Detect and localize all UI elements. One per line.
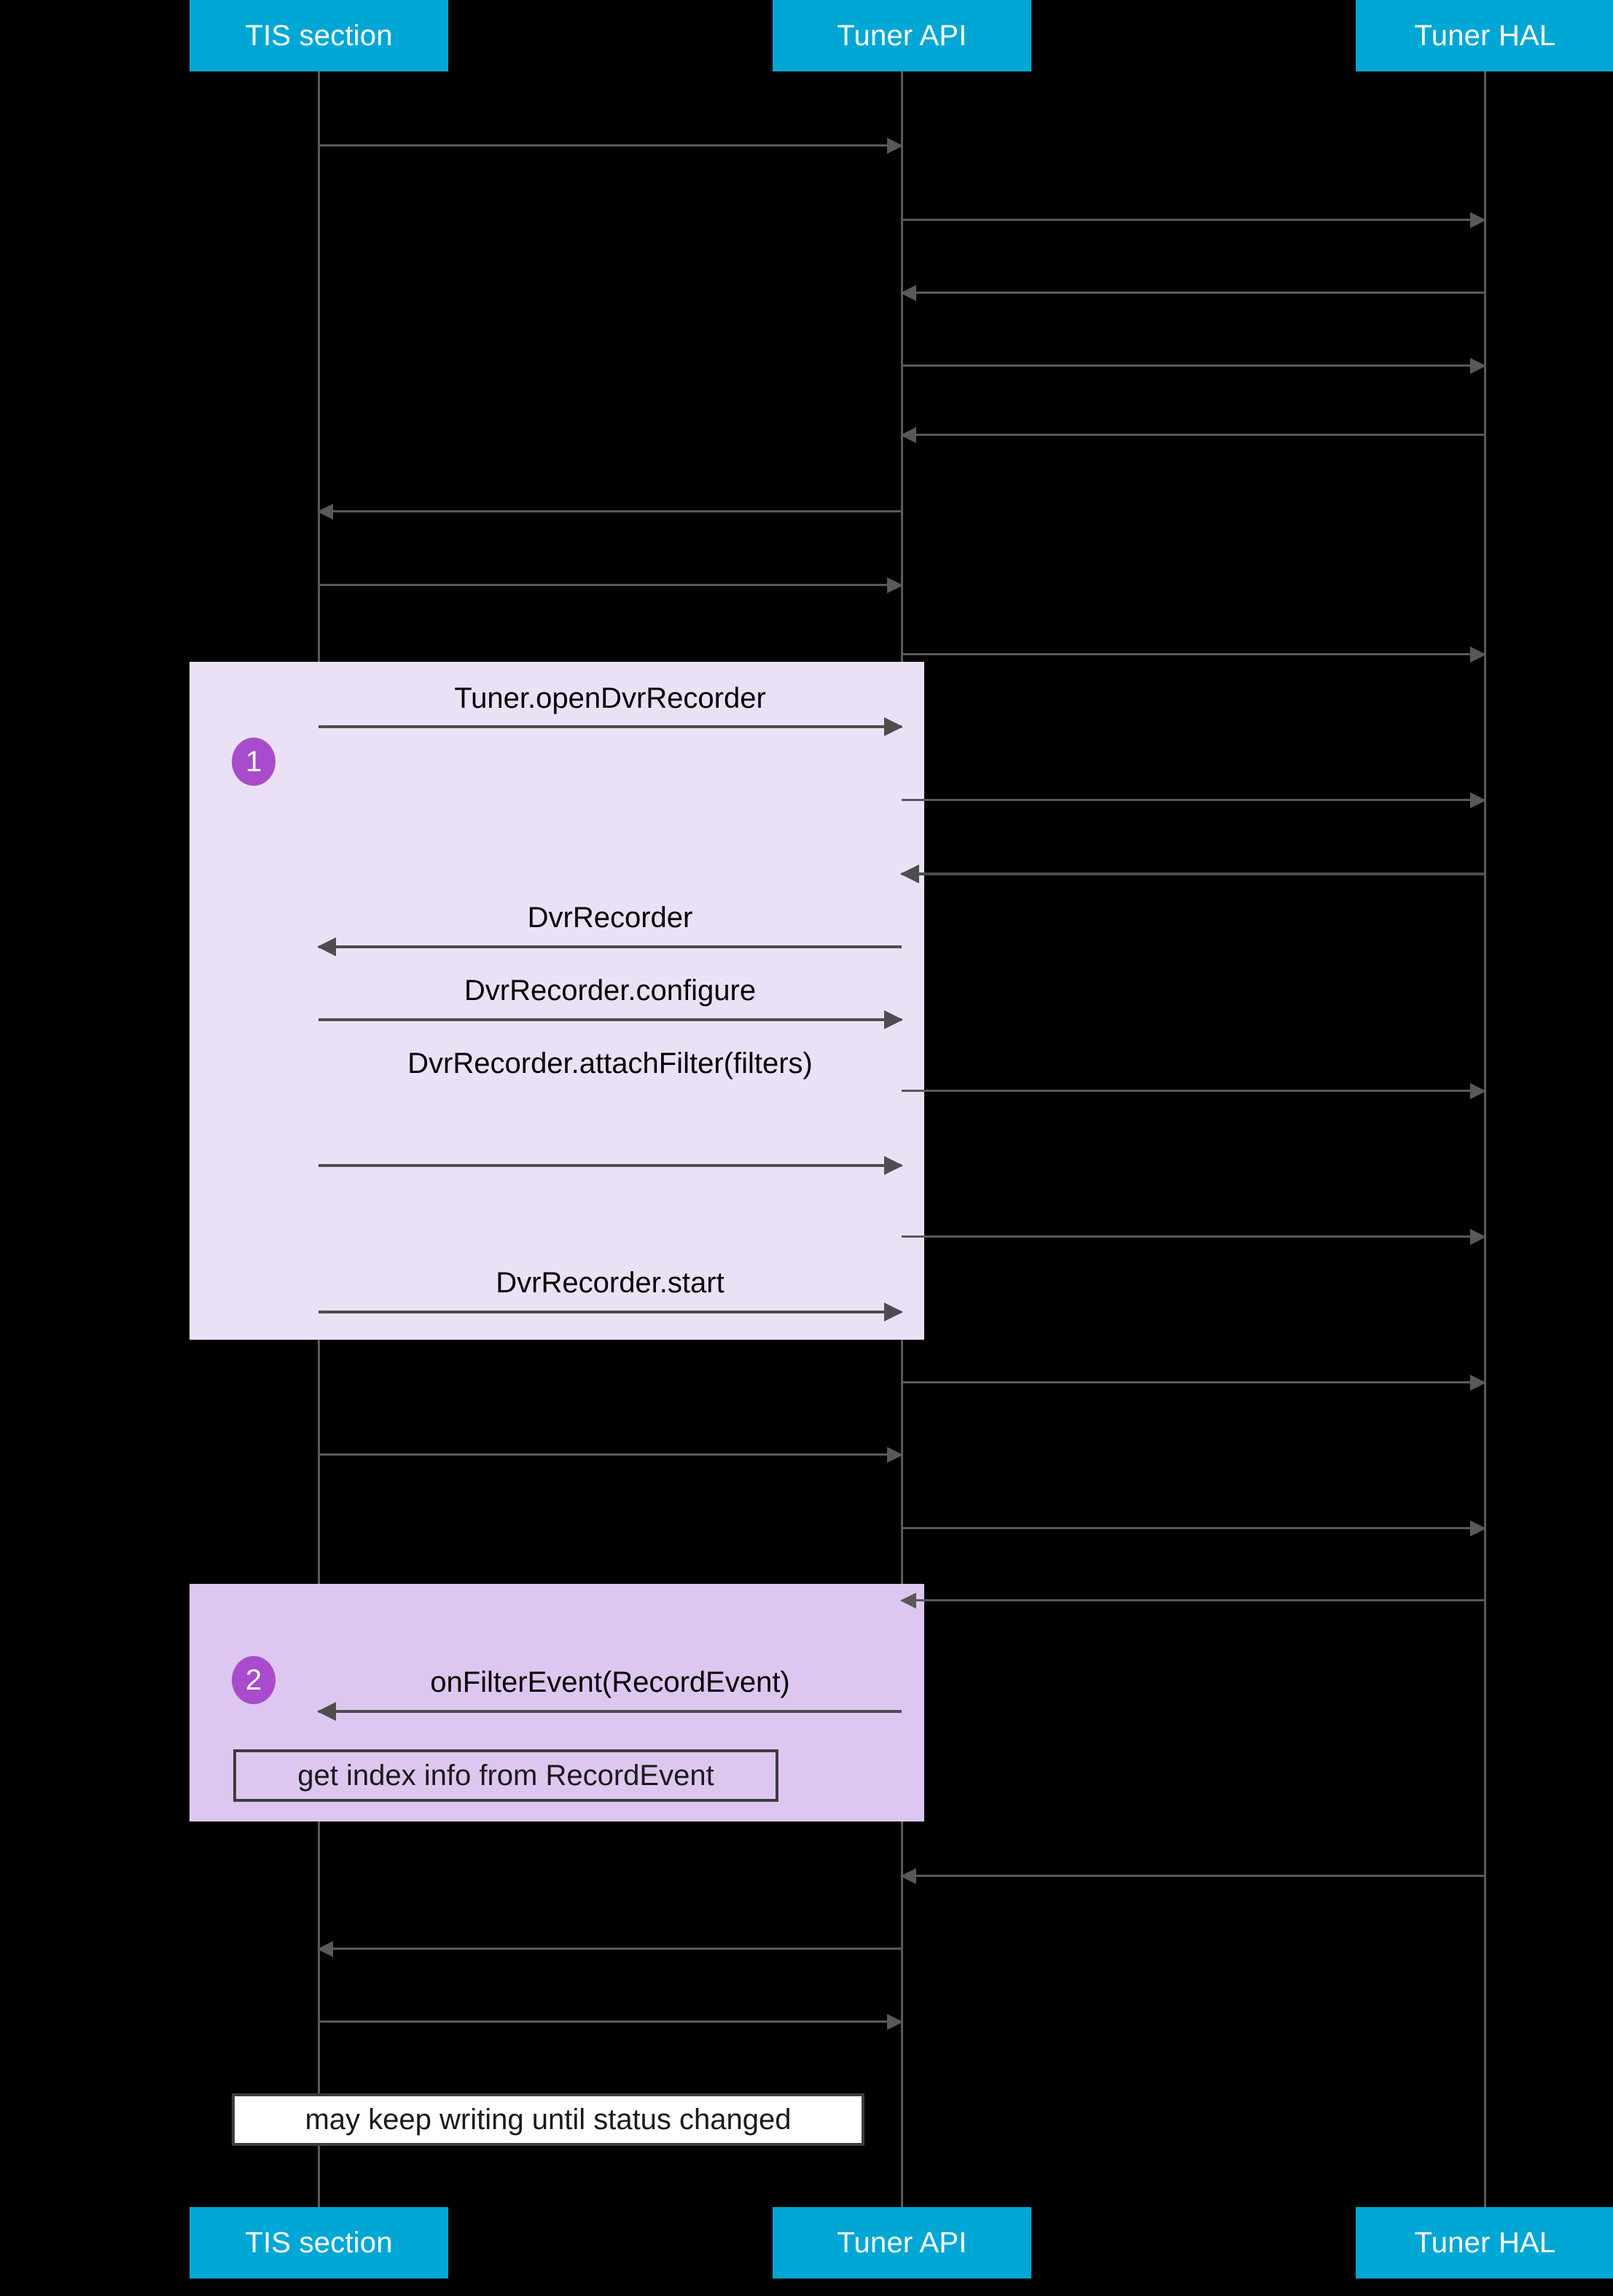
note-get-index-info: get index info from RecordEvent bbox=[233, 1749, 778, 1802]
participant-footer-tis-section[interactable]: TIS section bbox=[190, 2207, 448, 2279]
message-label: DvrRecorder.attachFilter(filters) bbox=[407, 1047, 813, 1079]
participant-footer-tuner-api[interactable]: Tuner API bbox=[773, 2207, 1031, 2279]
participant-header-tuner-api[interactable]: Tuner API bbox=[773, 0, 1031, 71]
message-label: DvrRecorder.configure bbox=[464, 975, 757, 1007]
fragment-2-badge: 2 bbox=[232, 1656, 276, 1704]
participant-footer-tis-section-label: TIS section bbox=[245, 2226, 393, 2259]
message-label: Tuner.openDvrRecorder bbox=[454, 682, 766, 714]
message-label: DvrRecorder bbox=[527, 902, 693, 934]
note-may-keep-writing: may keep writing until status changed bbox=[232, 2093, 864, 2146]
participant-header-tuner-hal[interactable]: Tuner HAL bbox=[1356, 0, 1613, 71]
fragment-2-badge-label: 2 bbox=[245, 1664, 262, 1696]
message-label: onFilterEvent(RecordEvent) bbox=[430, 1666, 790, 1698]
sequence-diagram-canvas: 1 2 Tuner.openDvrRecorder DvrRecorder Dv… bbox=[0, 0, 1613, 2296]
participant-header-tis-section-label: TIS section bbox=[245, 19, 393, 52]
lifeline-tuner-hal bbox=[1484, 71, 1486, 2207]
participant-footer-tuner-api-label: Tuner API bbox=[837, 2226, 967, 2259]
note-get-index-info-text: get index info from RecordEvent bbox=[297, 1759, 714, 1792]
participant-footer-tuner-hal[interactable]: Tuner HAL bbox=[1356, 2207, 1613, 2279]
fragment-1-badge: 1 bbox=[232, 738, 276, 786]
participant-footer-tuner-hal-label: Tuner HAL bbox=[1414, 2226, 1556, 2259]
note-may-keep-writing-text: may keep writing until status changed bbox=[305, 2103, 792, 2136]
participant-header-tis-section[interactable]: TIS section bbox=[190, 0, 448, 71]
message-label: DvrRecorder.start bbox=[496, 1267, 725, 1299]
participant-header-tuner-hal-label: Tuner HAL bbox=[1414, 19, 1556, 52]
fragment-1-badge-label: 1 bbox=[245, 746, 262, 778]
participant-header-tuner-api-label: Tuner API bbox=[837, 19, 967, 52]
